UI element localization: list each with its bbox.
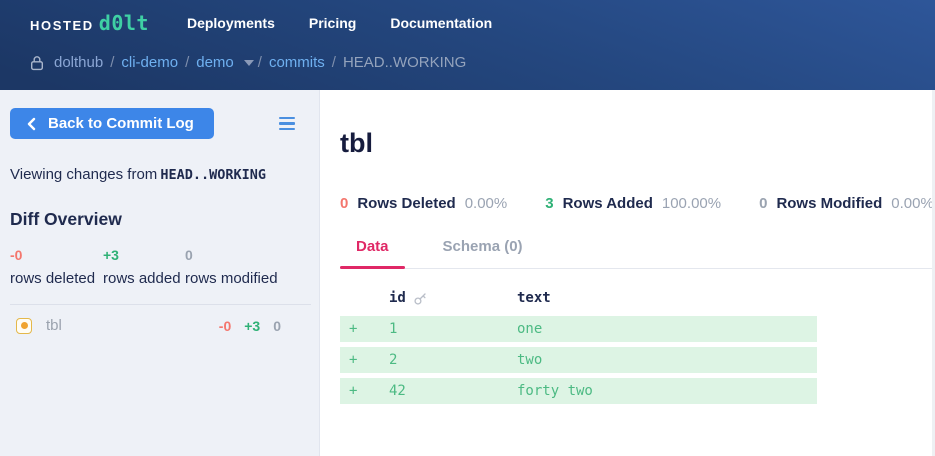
table-added-count: +3 <box>244 318 260 334</box>
stat-value: 0 <box>759 195 767 212</box>
stat-rows-modified: 0 rows modified <box>185 247 278 287</box>
stat-percent: 0.00% <box>891 195 934 212</box>
breadcrumb-owner[interactable]: dolthub <box>54 54 103 71</box>
sidebar-top-row: Back to Commit Log <box>10 108 311 139</box>
tab-bar: Data Schema (0) <box>340 238 935 269</box>
breadcrumb-separator: / <box>110 54 114 71</box>
diff-overview-title: Diff Overview <box>10 209 311 230</box>
table-diff-stats: 0 Rows Deleted 0.00% 3 Rows Added 100.00… <box>340 195 935 212</box>
stat-rows-modified: 0 Rows Modified 0.00% <box>759 195 934 212</box>
stat-label: rows deleted <box>10 270 103 287</box>
back-to-commit-log-button[interactable]: Back to Commit Log <box>10 108 214 139</box>
diff-sidebar: Back to Commit Log Viewing changes fromH… <box>0 90 320 456</box>
primary-nav: Deployments Pricing Documentation <box>149 15 492 31</box>
breadcrumb-separator: / <box>185 54 189 71</box>
breadcrumb-database[interactable]: demo <box>196 54 234 71</box>
id-column-label: id <box>389 290 406 306</box>
row-op: + <box>340 352 389 368</box>
table-row-added: + 2 two <box>340 347 817 373</box>
hosted-dolt-logo[interactable]: HOSTED d0lt <box>30 11 149 35</box>
logo-dolt-text: d0lt <box>99 11 149 35</box>
table-diff-counts: -0 +3 0 <box>219 318 281 334</box>
row-op: + <box>340 383 389 399</box>
row-op: + <box>340 321 389 337</box>
id-column-header: id <box>389 290 517 306</box>
primary-key-icon <box>413 291 428 306</box>
row-id: 42 <box>389 383 517 399</box>
stat-label: rows added <box>103 270 185 287</box>
breadcrumb: dolthub / cli-demo / demo / commits / HE… <box>30 54 935 71</box>
text-column-header: text <box>517 290 817 306</box>
breadcrumb-org[interactable]: cli-demo <box>121 54 178 71</box>
table-modified-count: 0 <box>273 318 281 334</box>
nav-pricing[interactable]: Pricing <box>309 15 356 31</box>
viewing-prefix: Viewing changes from <box>10 166 157 183</box>
table-row-added: + 1 one <box>340 316 817 342</box>
breadcrumb-separator: / <box>258 54 262 71</box>
row-text: one <box>517 321 817 337</box>
sidebar-table-item-tbl[interactable]: tbl -0 +3 0 <box>10 305 311 346</box>
page-title: tbl <box>340 128 935 159</box>
row-id: 2 <box>389 352 517 368</box>
diff-overview-stats: -0 rows deleted +3 rows added 0 rows mod… <box>10 247 311 287</box>
stat-percent: 100.00% <box>662 195 721 212</box>
stat-percent: 0.00% <box>465 195 508 212</box>
diff-main: tbl 0 Rows Deleted 0.00% 3 Rows Added 10… <box>320 90 935 456</box>
stat-label: Rows Modified <box>776 195 882 212</box>
stat-value: 0 <box>340 195 348 212</box>
diff-table-header: id text <box>340 285 817 311</box>
breadcrumb-ref: HEAD..WORKING <box>343 54 466 71</box>
stat-label: rows modified <box>185 270 278 287</box>
stat-value: -0 <box>10 247 103 263</box>
stat-label: Rows Deleted <box>357 195 455 212</box>
page-body: Back to Commit Log Viewing changes fromH… <box>0 90 935 456</box>
tab-schema[interactable]: Schema (0) <box>427 238 539 268</box>
viewing-changes-text: Viewing changes fromHEAD..WORKING <box>10 166 311 183</box>
table-row-added: + 42 forty two <box>340 378 817 404</box>
logo-hosted-text: HOSTED <box>30 18 94 33</box>
stat-value: 0 <box>185 247 278 263</box>
stat-rows-added: 3 Rows Added 100.00% <box>545 195 721 212</box>
table-deleted-count: -0 <box>219 318 231 334</box>
row-id: 1 <box>389 321 517 337</box>
nav-documentation[interactable]: Documentation <box>390 15 492 31</box>
viewing-ref: HEAD..WORKING <box>160 167 266 183</box>
breadcrumb-separator: / <box>332 54 336 71</box>
stat-value: 3 <box>545 195 553 212</box>
table-name: tbl <box>46 317 219 334</box>
top-header: HOSTED d0lt Deployments Pricing Document… <box>0 0 935 90</box>
nav-row: HOSTED d0lt Deployments Pricing Document… <box>30 8 935 38</box>
stat-rows-deleted: 0 Rows Deleted 0.00% <box>340 195 507 212</box>
row-text: forty two <box>517 383 817 399</box>
breadcrumb-commits[interactable]: commits <box>269 54 325 71</box>
stat-value: +3 <box>103 247 185 263</box>
diff-table: id text + 1 one + <box>340 285 817 404</box>
lock-icon <box>30 55 44 71</box>
nav-deployments[interactable]: Deployments <box>187 15 275 31</box>
menu-icon[interactable] <box>277 112 297 136</box>
chevron-down-icon[interactable] <box>244 60 254 66</box>
stat-rows-added: +3 rows added <box>103 247 185 287</box>
tab-data[interactable]: Data <box>340 238 405 268</box>
row-text: two <box>517 352 817 368</box>
stat-label: Rows Added <box>563 195 653 212</box>
table-modified-icon <box>16 318 32 334</box>
stat-rows-deleted: -0 rows deleted <box>10 247 103 287</box>
chevron-left-icon <box>26 117 36 131</box>
text-column-label: text <box>517 290 551 306</box>
back-button-label: Back to Commit Log <box>48 115 194 132</box>
